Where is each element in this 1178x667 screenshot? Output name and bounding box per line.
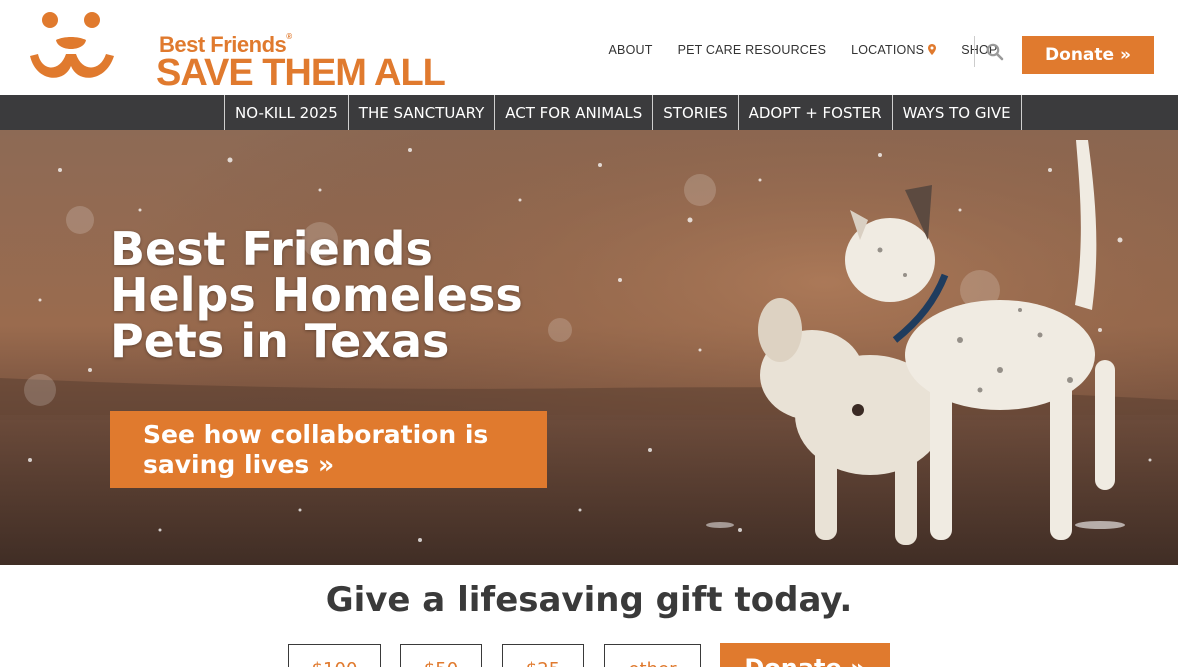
logo-save-them-all: SAVE THEM ALL <box>156 52 446 94</box>
main-nav-adopt-foster[interactable]: ADOPT + FOSTER <box>739 95 893 130</box>
top-nav: ABOUT PET CARE RESOURCES LOCATIONS SHOP <box>596 43 1010 57</box>
amount-50-button[interactable]: $50 <box>400 644 482 667</box>
search-icon[interactable] <box>986 43 1004 61</box>
header-divider <box>974 36 975 67</box>
amount-25-button[interactable]: $25 <box>502 644 584 667</box>
donate-button-give[interactable]: Donate » <box>720 643 890 667</box>
logo[interactable]: Best Friends® SAVE THEM ALL <box>28 10 446 92</box>
main-nav: NO-KILL 2025 THE SANCTUARY ACT FOR ANIMA… <box>0 95 1178 130</box>
hero-title: Best Friends Helps Homeless Pets in Texa… <box>110 222 523 368</box>
hero-banner: Best Friends Helps Homeless Pets in Texa… <box>0 130 1178 565</box>
nav-pet-care-resources[interactable]: PET CARE RESOURCES <box>678 43 827 57</box>
amount-100-button[interactable]: $100 <box>288 644 381 667</box>
main-nav-the-sanctuary[interactable]: THE SANCTUARY <box>349 95 496 130</box>
nav-about[interactable]: ABOUT <box>609 43 653 57</box>
site-header: Best Friends® SAVE THEM ALL ABOUT PET CA… <box>0 0 1178 95</box>
main-nav-ways-to-give[interactable]: WAYS TO GIVE <box>893 95 1022 130</box>
donate-button-header[interactable]: Donate » <box>1022 36 1154 74</box>
main-nav-stories[interactable]: STORIES <box>653 95 739 130</box>
main-nav-no-kill-2025[interactable]: NO-KILL 2025 <box>225 95 349 130</box>
main-nav-act-for-animals[interactable]: ACT FOR ANIMALS <box>495 95 654 130</box>
logo-mark-icon <box>30 12 114 78</box>
give-title: Give a lifesaving gift today. <box>325 580 853 620</box>
location-pin-icon <box>928 44 937 55</box>
nav-locations[interactable]: LOCATIONS <box>851 43 937 57</box>
nav-locations-label: LOCATIONS <box>851 43 925 57</box>
amount-other-button[interactable]: other <box>604 644 701 667</box>
hero-cta-button[interactable]: See how collaboration is saving lives » <box>110 411 547 488</box>
main-nav-items: NO-KILL 2025 THE SANCTUARY ACT FOR ANIMA… <box>224 95 1022 130</box>
